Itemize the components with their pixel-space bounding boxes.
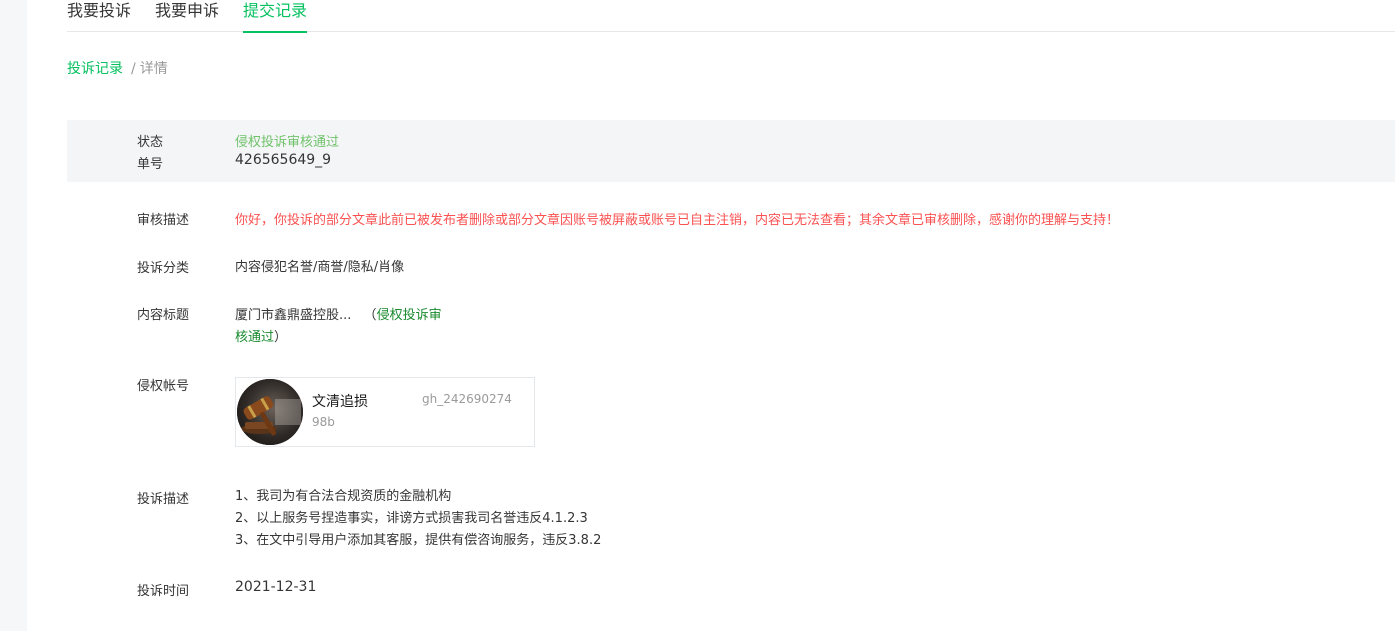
account-avatar <box>237 379 303 445</box>
content-title-text: 厦门市鑫鼎盛控股... <box>235 308 352 323</box>
content-title-status-2: 核通过 <box>235 330 275 345</box>
tab-complain[interactable]: 我要投诉 <box>67 0 131 32</box>
description-label: 投诉描述 <box>137 492 190 507</box>
review-label: 审核描述 <box>137 213 190 228</box>
account-id: gh_242690274 <box>422 392 512 406</box>
time-label: 投诉时间 <box>137 584 190 599</box>
tab-records[interactable]: 提交记录 <box>243 0 308 33</box>
content-title-status-1: 侵权投诉审 <box>376 308 442 323</box>
description-block: 1、我司为有合法合规资质的金融机构 2、以上服务号捏造事实，诽谤方式损害我司名誉… <box>235 486 601 552</box>
description-line: 2、以上服务号捏造事实，诽谤方式损害我司名誉违反4.1.2.3 <box>235 511 588 526</box>
category-value: 内容侵犯名誉/商誉/隐私/肖像 <box>235 260 405 275</box>
tab-bar: 我要投诉 我要申诉 提交记录 <box>67 0 1395 33</box>
account-sub: 98b <box>312 415 335 429</box>
order-number-value: 426565649_9 <box>235 152 332 168</box>
breadcrumb-link-records[interactable]: 投诉记录 <box>67 60 123 78</box>
breadcrumb-current: 详情 <box>139 61 168 77</box>
status-label: 状态 <box>137 135 164 150</box>
content-title-block: 厦门市鑫鼎盛控股... （侵权投诉审 核通过） <box>235 305 475 349</box>
description-line: 3、在文中引导用户添加其客服，提供有偿咨询服务，违反3.8.2 <box>235 533 602 548</box>
category-label: 投诉分类 <box>137 261 190 276</box>
status-panel <box>67 120 1395 182</box>
description-line: 1、我司为有合法合规资质的金融机构 <box>235 489 452 504</box>
order-number-label: 单号 <box>137 157 164 172</box>
account-name: 文清追损 <box>312 394 368 410</box>
breadcrumb: 投诉记录 / 详情 <box>67 60 168 78</box>
status-value: 侵权投诉审核通过 <box>235 135 340 150</box>
account-card[interactable]: 文清追损 gh_242690274 98b <box>235 377 535 447</box>
gavel-icon <box>237 379 303 445</box>
time-value: 2021-12-31 <box>235 579 317 595</box>
content-title-open-paren: （ <box>363 308 377 323</box>
account-label: 侵权帐号 <box>137 379 190 394</box>
left-sidebar-strip <box>0 0 27 631</box>
content-title-close-paren: ） <box>274 330 288 345</box>
content-title-label: 内容标题 <box>137 308 190 323</box>
tab-appeal[interactable]: 我要申诉 <box>155 0 219 32</box>
breadcrumb-separator: / <box>131 61 136 77</box>
review-description: 你好，你投诉的部分文章此前已被发布者删除或部分文章因账号被屏蔽或账号已自主注销，… <box>235 213 1120 228</box>
